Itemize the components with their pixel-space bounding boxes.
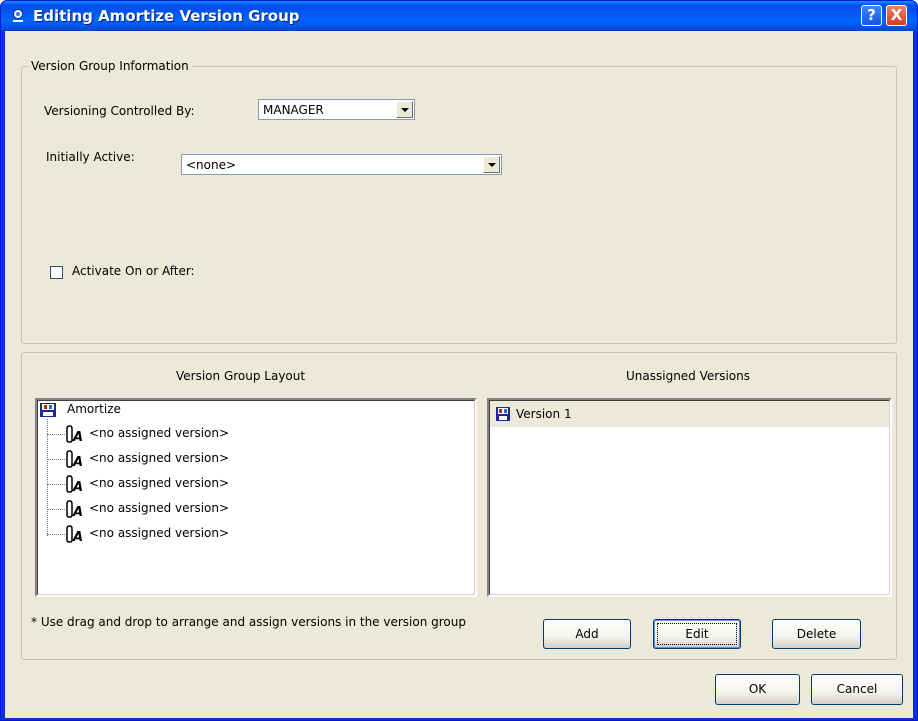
- selected-value: <none>: [186, 158, 237, 172]
- tree-connector: [47, 509, 65, 510]
- tree-child-label: <no assigned version>: [89, 476, 230, 490]
- help-button[interactable]: ?: [861, 5, 882, 26]
- tree-connector: [47, 434, 65, 435]
- tree-child-label: <no assigned version>: [89, 451, 230, 465]
- dialog-window: Editing Amortize Version Group ? X Versi…: [0, 0, 918, 721]
- ok-button[interactable]: OK: [715, 674, 800, 705]
- version-slot-icon: A: [65, 425, 87, 446]
- groupbox-title: Version Group Information: [28, 59, 192, 73]
- app-icon: [10, 8, 26, 24]
- activate-on-or-after-checkbox[interactable]: [50, 266, 63, 279]
- svg-text:A: A: [72, 530, 83, 543]
- close-button[interactable]: X: [886, 5, 907, 26]
- version-slot-icon: A: [65, 500, 87, 521]
- svg-text:A: A: [72, 430, 83, 443]
- tree-connector: [47, 484, 65, 485]
- add-button[interactable]: Add: [543, 619, 631, 649]
- version-group-tree[interactable]: Amortize A <no assigned version> A <no assi…: [35, 398, 477, 597]
- initially-active-select[interactable]: <none>: [181, 154, 502, 175]
- tree-connector: [47, 419, 48, 536]
- drag-drop-hint: * Use drag and drop to arrange and assig…: [31, 615, 466, 629]
- title-bar[interactable]: Editing Amortize Version Group ? X: [1, 1, 917, 31]
- delete-button[interactable]: Delete: [772, 619, 861, 649]
- tree-connector: [47, 459, 65, 460]
- tree-connector: [47, 534, 65, 535]
- activate-on-or-after-label[interactable]: Activate On or After:: [72, 264, 195, 278]
- versioning-controlled-by-label: Versioning Controlled By:: [44, 104, 195, 118]
- list-item-label: Version 1: [516, 407, 572, 421]
- unassigned-versions-list[interactable]: Version 1: [487, 398, 892, 597]
- tree-root-label: Amortize: [67, 402, 121, 416]
- version-layout-groupbox: Version Group Layout Unassigned Versions: [21, 352, 897, 660]
- version-group-info-groupbox: Version Group Information Versioning Con…: [21, 59, 897, 344]
- svg-text:A: A: [72, 480, 83, 493]
- chevron-down-icon[interactable]: [483, 156, 500, 173]
- list-item-selected[interactable]: Version 1: [490, 401, 889, 427]
- chevron-down-icon[interactable]: [396, 101, 413, 118]
- window-title: Editing Amortize Version Group: [33, 7, 300, 25]
- tree-child-label: <no assigned version>: [89, 426, 230, 440]
- version-slot-icon: A: [65, 475, 87, 496]
- svg-text:A: A: [72, 505, 83, 518]
- initially-active-label: Initially Active:: [46, 150, 135, 164]
- version-icon: [495, 406, 511, 425]
- svg-text:A: A: [72, 455, 83, 468]
- tree-child-label: <no assigned version>: [89, 526, 230, 540]
- dialog-body: Version Group Information Versioning Con…: [5, 31, 913, 718]
- edit-button[interactable]: Edit: [653, 619, 741, 649]
- tree-child-label: <no assigned version>: [89, 501, 230, 515]
- version-group-layout-header: Version Group Layout: [176, 369, 306, 383]
- version-slot-icon: A: [65, 450, 87, 471]
- version-slot-icon: A: [65, 525, 87, 546]
- cancel-button[interactable]: Cancel: [811, 674, 903, 705]
- selected-value: MANAGER: [263, 103, 324, 117]
- versioning-controlled-by-select[interactable]: MANAGER: [258, 99, 415, 120]
- unassigned-versions-header: Unassigned Versions: [626, 369, 750, 383]
- version-group-icon: [39, 401, 59, 422]
